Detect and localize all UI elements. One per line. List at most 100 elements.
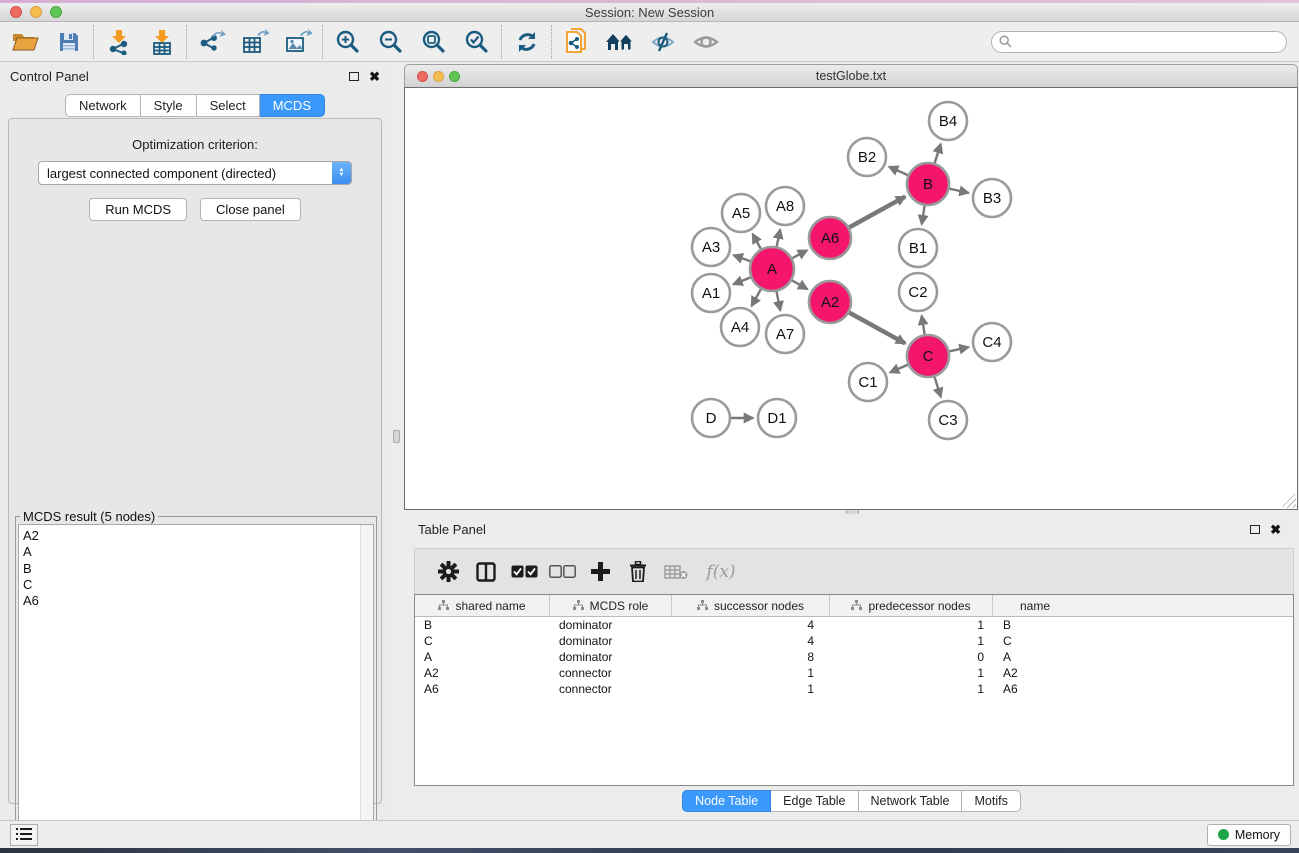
graph-node-A7[interactable]: A7 [766,315,804,353]
tab-mcds[interactable]: MCDS [260,94,325,117]
graph-edge-A2-C[interactable] [849,313,905,344]
new-network-from-selection-icon[interactable] [555,24,598,60]
network-window-titlebar[interactable]: testGlobe.txt [404,64,1298,87]
float-panel-icon[interactable] [349,72,359,81]
result-item[interactable]: C [23,577,373,593]
graph-edge-A6-B[interactable] [849,197,905,228]
network-canvas[interactable]: B4B2BB3A8A5A6A3B1AC2A1A2A4A7C4CC1C3DD1 [404,87,1298,510]
deselect-all-checks-icon[interactable] [543,565,581,578]
graph-node-C[interactable]: C [907,335,949,377]
graph-edge-B-B3[interactable] [949,189,968,193]
graph-node-B1[interactable]: B1 [899,229,937,267]
delete-column-trash-icon[interactable] [619,561,657,582]
tab-select[interactable]: Select [197,94,260,117]
table-row[interactable]: A2connector11A2 [415,665,1293,681]
graph-node-A3[interactable]: A3 [692,228,730,266]
graph-edge-A-A5[interactable] [753,234,761,249]
graph-edge-A-A3[interactable] [734,255,751,261]
result-list-scrollbar[interactable] [360,525,373,841]
optimization-criterion-select[interactable]: largest connected component (directed) ▲… [38,161,352,185]
zoom-selected-icon[interactable] [455,24,498,60]
graph-node-B[interactable]: B [907,163,949,205]
tab-edge-table[interactable]: Edge Table [771,790,858,812]
graph-node-A6[interactable]: A6 [809,217,851,259]
tab-network-table[interactable]: Network Table [859,790,963,812]
column-header-predecessor-nodes[interactable]: predecessor nodes [830,595,993,616]
graph-node-A[interactable]: A [750,247,794,291]
graph-node-B3[interactable]: B3 [973,179,1011,217]
graph-edge-B-B2[interactable] [889,167,908,175]
column-header-mcds-role[interactable]: MCDS role [550,595,672,616]
graph-node-C1[interactable]: C1 [849,363,887,401]
mcds-result-list[interactable]: A2 A B C A6 [18,524,374,842]
select-all-checks-icon[interactable] [505,565,543,578]
graph-edge-C-C1[interactable] [890,365,908,373]
graph-edge-C-C4[interactable] [949,347,968,351]
vertical-splitter-handle[interactable] [393,430,400,443]
add-column-icon[interactable] [581,562,619,581]
graph-node-A8[interactable]: A8 [766,187,804,225]
graph-node-B4[interactable]: B4 [929,102,967,140]
import-network-icon[interactable] [97,24,140,60]
graph-node-C3[interactable]: C3 [929,401,967,439]
result-item[interactable]: B [23,561,373,577]
close-panel-button[interactable]: Close panel [200,198,301,221]
task-history-button[interactable] [10,824,38,846]
hide-selected-eye-icon[interactable] [641,24,684,60]
zoom-fit-icon[interactable] [412,24,455,60]
graph-edge-B-B4[interactable] [935,144,941,163]
export-image-icon[interactable] [276,24,319,60]
tab-network[interactable]: Network [65,94,141,117]
result-item[interactable]: A [23,544,373,560]
graph-edge-A-A6[interactable] [792,250,807,258]
function-builder-button[interactable]: f(x) [695,562,747,582]
graph-node-C4[interactable]: C4 [973,323,1011,361]
graph-node-A4[interactable]: A4 [721,308,759,346]
column-header-name[interactable]: name [993,595,1077,616]
node-table[interactable]: shared name MCDS role successor nodes pr… [414,594,1294,786]
open-file-icon[interactable] [4,24,47,60]
graph-edge-A-A1[interactable] [733,277,750,284]
float-table-panel-icon[interactable] [1250,525,1260,534]
graph-node-A1[interactable]: A1 [692,274,730,312]
graph-edge-A-A8[interactable] [777,230,781,247]
delete-table-icon[interactable] [657,564,695,580]
show-columns-icon[interactable] [467,562,505,582]
run-mcds-button[interactable]: Run MCDS [89,198,187,221]
graph-edge-B-B1[interactable] [922,206,925,225]
export-network-icon[interactable] [190,24,233,60]
graph-node-D[interactable]: D [692,399,730,437]
graph-edge-A-A2[interactable] [792,280,807,289]
close-table-panel-icon[interactable]: ✖ [1270,523,1281,536]
graph-node-A5[interactable]: A5 [722,194,760,232]
tab-motifs[interactable]: Motifs [962,790,1020,812]
refresh-layout-icon[interactable] [505,24,548,60]
table-row[interactable]: Bdominator41B [415,617,1293,633]
table-row[interactable]: Adominator80A [415,649,1293,665]
result-item[interactable]: A6 [23,593,373,609]
save-session-icon[interactable] [47,24,90,60]
import-table-icon[interactable] [140,24,183,60]
graph-node-B2[interactable]: B2 [848,138,886,176]
result-item[interactable]: A2 [23,528,373,544]
graph-edge-A-A4[interactable] [752,289,761,306]
tab-node-table[interactable]: Node Table [682,790,771,812]
graph-edge-C-C3[interactable] [935,377,941,397]
close-panel-icon[interactable]: ✖ [369,70,380,83]
column-header-successor-nodes[interactable]: successor nodes [672,595,830,616]
tab-style[interactable]: Style [141,94,197,117]
graph-edge-A-A7[interactable] [777,292,781,311]
table-row[interactable]: A6connector11A6 [415,681,1293,697]
home-icon[interactable] [598,24,641,60]
graph-node-D1[interactable]: D1 [758,399,796,437]
table-options-gear-icon[interactable] [429,561,467,582]
zoom-out-icon[interactable] [369,24,412,60]
window-resize-grip[interactable] [1282,494,1296,508]
column-header-shared-name[interactable]: shared name [415,595,550,616]
memory-button[interactable]: Memory [1207,824,1291,846]
table-row[interactable]: Cdominator41C [415,633,1293,649]
graph-node-C2[interactable]: C2 [899,273,937,311]
zoom-in-icon[interactable] [326,24,369,60]
search-input[interactable] [1017,35,1286,49]
export-table-icon[interactable] [233,24,276,60]
